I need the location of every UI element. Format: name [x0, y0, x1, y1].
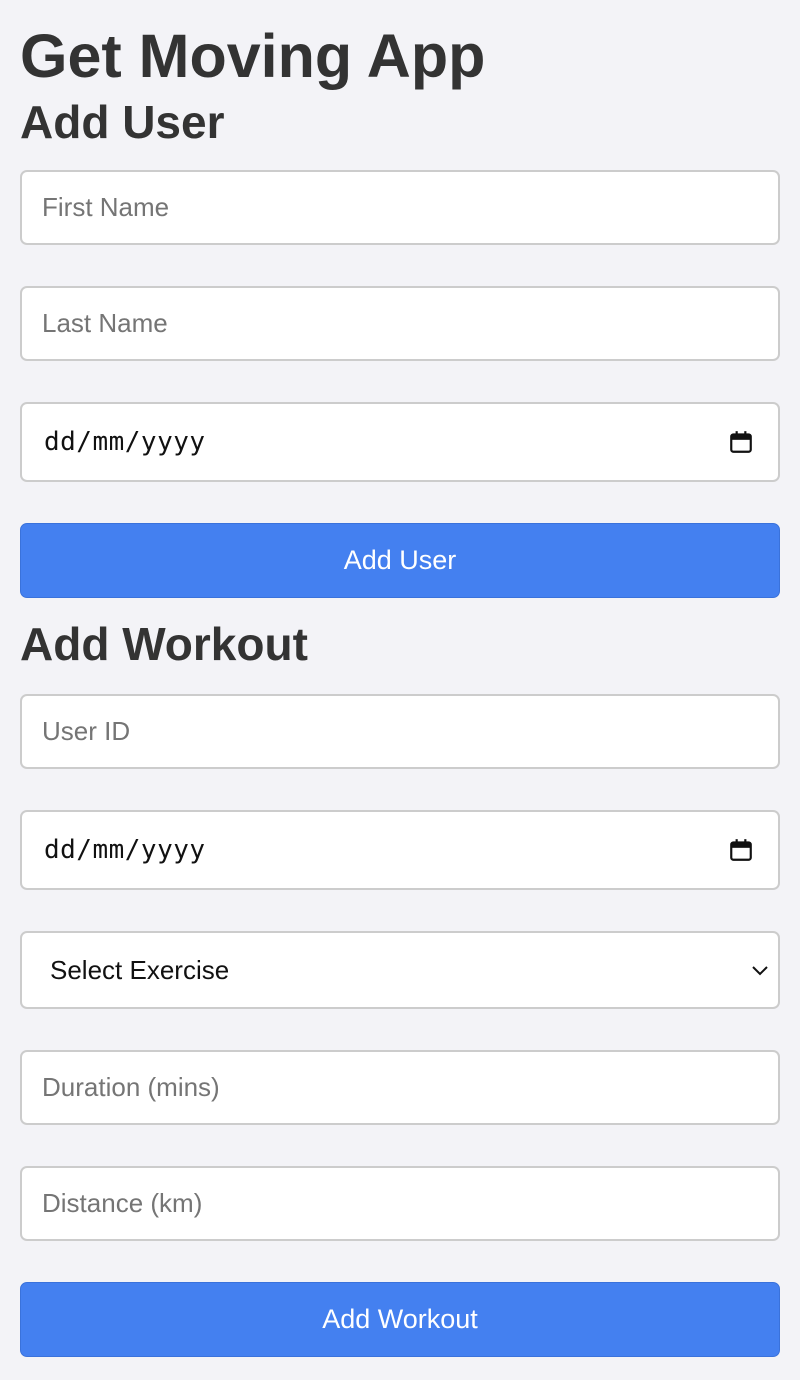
distance-input[interactable]: Distance (km) — [20, 1166, 780, 1241]
user-id-input[interactable]: User ID — [20, 694, 780, 769]
add-workout-heading: Add Workout — [20, 618, 308, 670]
duration-input[interactable]: Duration (mins) — [20, 1050, 780, 1125]
app-title: Get Moving App — [20, 22, 486, 90]
user-date-input[interactable]: dd/mm/yyyy — [20, 402, 780, 482]
calendar-icon[interactable] — [728, 429, 754, 455]
user-date-placeholder: dd/mm/yyyy — [44, 427, 206, 457]
page: Get Moving App Add User First Name Last … — [0, 0, 800, 1380]
first-name-input[interactable]: First Name — [20, 170, 780, 245]
workout-date-input[interactable]: dd/mm/yyyy — [20, 810, 780, 890]
last-name-placeholder: Last Name — [42, 308, 168, 338]
exercise-selected-value: Select Exercise — [50, 954, 230, 985]
exercise-select[interactable]: Select Exercise — [20, 931, 780, 1009]
add-user-heading: Add User — [20, 96, 225, 148]
add-workout-button[interactable]: Add Workout — [20, 1282, 780, 1357]
user-id-placeholder: User ID — [42, 716, 131, 746]
last-name-input[interactable]: Last Name — [20, 286, 780, 361]
calendar-icon[interactable] — [728, 837, 754, 863]
workout-date-placeholder: dd/mm/yyyy — [44, 835, 206, 865]
first-name-placeholder: First Name — [42, 192, 170, 222]
add-user-button[interactable]: Add User — [20, 523, 780, 598]
duration-placeholder: Duration (mins) — [42, 1072, 220, 1102]
distance-placeholder: Distance (km) — [42, 1188, 203, 1218]
chevron-down-icon — [752, 966, 768, 976]
